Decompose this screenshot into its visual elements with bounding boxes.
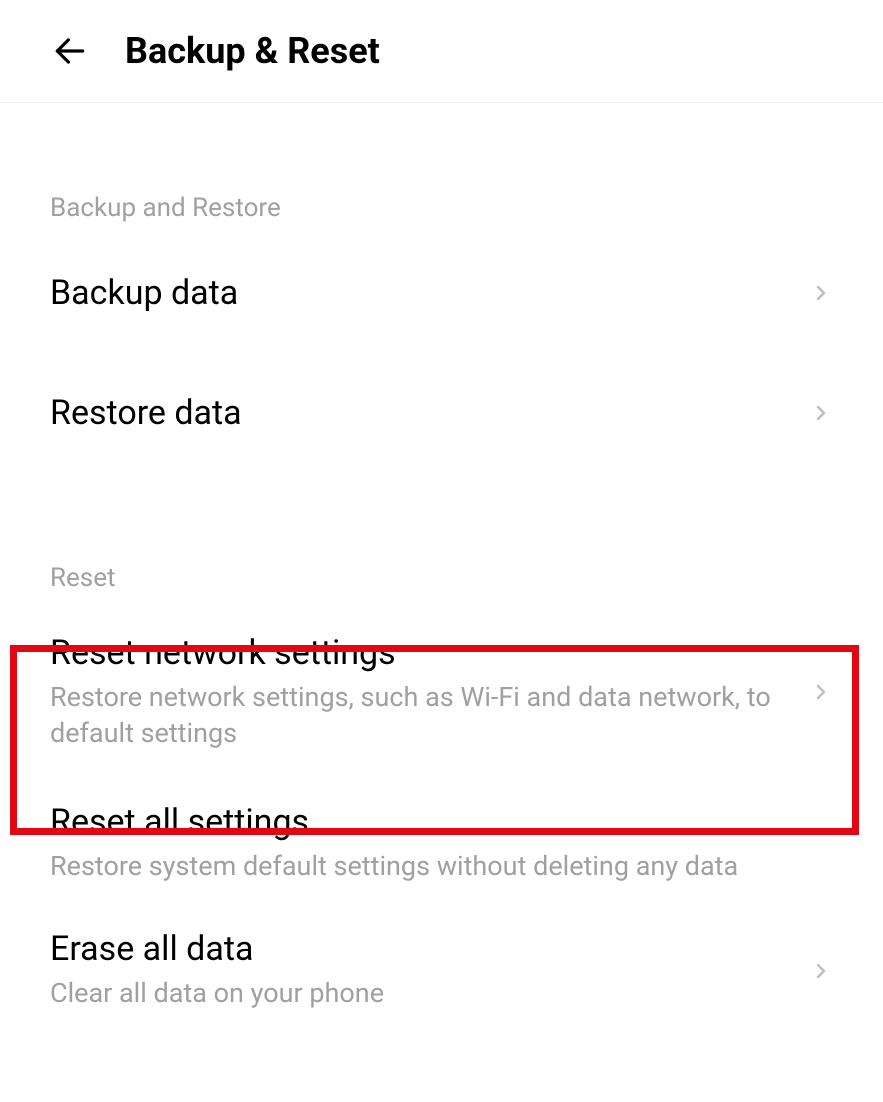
- list-item-text: Restore data: [50, 393, 799, 433]
- back-button[interactable]: [50, 31, 90, 71]
- header-bar: Backup & Reset: [0, 0, 883, 103]
- list-item-title: Reset network settings: [50, 633, 799, 673]
- list-item-subtitle: Clear all data on your phone: [50, 975, 799, 1011]
- backup-data-item[interactable]: Backup data: [50, 233, 833, 353]
- chevron-right-icon: [809, 401, 833, 425]
- reset-network-settings-item[interactable]: Reset network settings Restore network s…: [50, 603, 833, 777]
- chevron-right-icon: [809, 281, 833, 305]
- list-item-title: Reset all settings: [50, 802, 833, 842]
- list-item-text: Erase all data Clear all data on your ph…: [50, 929, 799, 1011]
- list-item-text: Backup data: [50, 273, 799, 313]
- list-item-subtitle: Restore network settings, such as Wi-Fi …: [50, 679, 799, 752]
- list-item-text: Reset network settings Restore network s…: [50, 633, 799, 752]
- list-item-title: Restore data: [50, 393, 799, 433]
- page-title: Backup & Reset: [125, 30, 380, 72]
- chevron-right-icon: [809, 680, 833, 704]
- restore-data-item[interactable]: Restore data: [50, 353, 833, 473]
- content-area: Backup and Restore Backup data Restore d…: [0, 193, 883, 1032]
- list-item-title: Backup data: [50, 273, 799, 313]
- arrow-left-icon: [51, 32, 89, 70]
- list-item-text: Reset all settings Restore system defaul…: [50, 802, 833, 884]
- list-item-subtitle: Restore system default settings without …: [50, 848, 833, 884]
- chevron-right-icon: [809, 959, 833, 983]
- list-item-title: Erase all data: [50, 929, 799, 969]
- reset-all-settings-item[interactable]: Reset all settings Restore system defaul…: [50, 777, 833, 904]
- section-header-reset: Reset: [50, 563, 833, 593]
- erase-all-data-item[interactable]: Erase all data Clear all data on your ph…: [50, 904, 833, 1031]
- section-header-backup-restore: Backup and Restore: [50, 193, 833, 223]
